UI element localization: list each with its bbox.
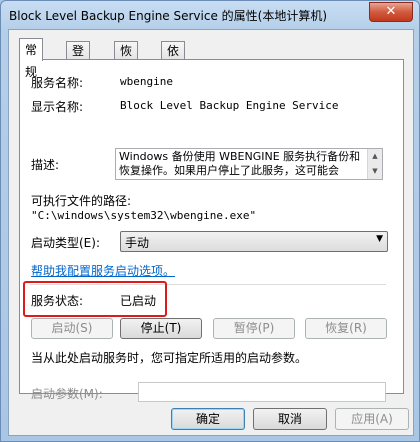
scroll-up-icon[interactable]: ▲ [368,149,382,164]
window-title: Block Level Backup Engine Service 的属性(本地… [9,9,328,23]
chevron-down-icon: ▼ [376,234,383,244]
tab-recovery[interactable]: 恢复 [114,41,139,76]
path-value: "C:\windows\system32\wbengine.exe" [31,209,257,222]
path-label: 可执行文件的路径: [31,194,132,208]
cancel-button[interactable]: 取消 [253,408,327,430]
service-name-value: wbengine [120,75,173,88]
description-box[interactable]: Windows 备份使用 WBENGINE 服务执行备份和恢复操作。如果用户停止… [115,148,383,180]
start-button[interactable]: 启动(S) [31,318,113,339]
pause-button[interactable]: 暂停(P) [213,318,295,339]
description-text: Windows 备份使用 WBENGINE 服务执行备份和恢复操作。如果用户停止… [119,150,361,177]
stop-button[interactable]: 停止(T) [120,318,202,339]
tab-general[interactable]: 常规 [19,38,44,79]
dialog-client-area: 常规 登录 恢复 依存关系 服务名称: wbengine 显示名称: Block… [8,29,414,436]
start-params-hint: 当从此处启动服务时，您可指定所适用的启动参数。 [31,351,308,365]
start-params-label: 启动参数(M): [31,387,103,401]
service-status-value: 已启动 [120,294,157,308]
properties-dialog: Block Level Backup Engine Service 的属性(本地… [0,0,420,442]
scroll-down-icon[interactable]: ▼ [368,164,382,179]
apply-button[interactable]: 应用(A) [335,408,409,430]
startup-type-label: 启动类型(E): [31,236,100,250]
service-status-label: 服务状态: [31,294,84,308]
service-name-label: 服务名称: [31,76,84,90]
display-name-value: Block Level Backup Engine Service [120,99,339,112]
description-scrollbar[interactable]: ▲ ▼ [367,149,382,179]
close-button[interactable]: ✕ [369,2,413,22]
tab-dependencies[interactable]: 依存关系 [161,41,186,112]
startup-type-select[interactable]: 手动 ▼ [120,231,388,252]
resume-button[interactable]: 恢复(R) [305,318,387,339]
description-label: 描述: [31,158,60,172]
start-params-input[interactable] [138,382,386,402]
general-tab-panel: 服务名称: wbengine 显示名称: Block Level Backup … [19,59,404,402]
help-configure-link[interactable]: 帮助我配置服务启动选项。 [31,262,175,279]
ok-button[interactable]: 确定 [171,408,245,430]
display-name-label: 显示名称: [31,100,84,114]
startup-type-value: 手动 [125,236,150,250]
tab-logon[interactable]: 登录 [66,41,91,76]
